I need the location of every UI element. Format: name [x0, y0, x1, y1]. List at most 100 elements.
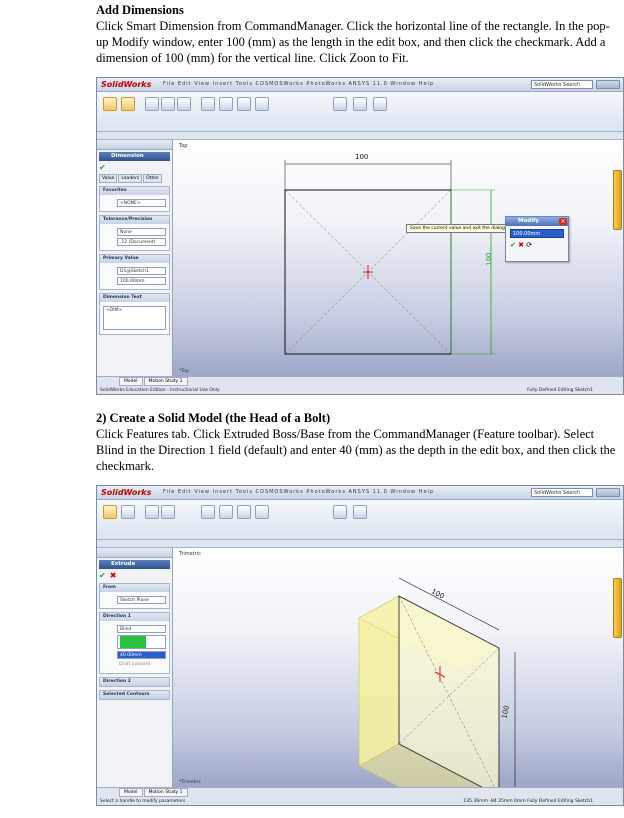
graphics-area[interactable]: Trimetric 100 100 *Trimetric	[173, 548, 623, 789]
tab-motion-study[interactable]: Motion Study 1	[143, 377, 188, 386]
section-create-solid: 2) Create a Solid Model (the Head of a B…	[96, 410, 620, 474]
cancel-icon[interactable]: ✖	[518, 241, 524, 249]
depth-input[interactable]: 40.00mm	[117, 651, 166, 659]
tab-model[interactable]: Model	[119, 377, 143, 386]
curves-icon[interactable]	[353, 505, 367, 519]
tab-other[interactable]: Other	[143, 174, 162, 183]
selected-contours-group: Selected Contours	[99, 690, 170, 700]
tab-leaders[interactable]: Leaders	[118, 174, 143, 183]
dimension-text-area[interactable]: <DIM>	[103, 306, 166, 330]
dimension-horizontal-label[interactable]: 100	[355, 153, 368, 161]
command-tabs: FeaturesSketchEvaluateDimXpertOffice Pro…	[97, 540, 623, 558]
dimension-vertical-label[interactable]: 100	[485, 253, 493, 266]
section-heading: 2) Create a Solid Model (the Head of a B…	[96, 411, 331, 425]
section-add-dimensions: Add Dimensions Click Smart Dimension fro…	[96, 2, 620, 66]
window-controls[interactable]	[596, 488, 620, 497]
reference-geometry-icon[interactable]	[333, 505, 347, 519]
check-icon[interactable]: ✔	[510, 241, 516, 249]
group-header[interactable]: Favorites	[100, 187, 169, 195]
line-icon[interactable]	[145, 97, 159, 111]
dialog-buttons: ✔ ✖ ⟳	[510, 241, 564, 249]
revolved-cut-icon[interactable]	[161, 505, 175, 519]
group-header[interactable]: Direction 1	[100, 613, 169, 621]
pm-title: Extrude	[99, 560, 170, 569]
screenshot-smart-dimension: SolidWorks File Edit View Insert Tools C…	[96, 77, 624, 395]
display-relations-icon[interactable]	[333, 97, 347, 111]
extruded-boss-icon[interactable]	[103, 505, 117, 519]
property-manager: Extrude ✔ ✖ From Sketch Plane Direction 1…	[97, 548, 173, 787]
exit-sketch-icon[interactable]	[103, 97, 117, 111]
rapid-sketch-icon[interactable]	[373, 97, 387, 111]
section-heading: Add Dimensions	[96, 3, 184, 17]
mirror-entities-icon[interactable]	[255, 97, 269, 111]
from-group: From Sketch Plane	[99, 583, 170, 609]
offset-entities-icon[interactable]	[237, 97, 251, 111]
shell-icon[interactable]	[255, 505, 269, 519]
primary-ref-field[interactable]: D1@Sketch1	[117, 267, 166, 275]
primary-value-group: Primary Value D1@Sketch1 100.00mm	[99, 254, 170, 290]
draft-outward-checkbox[interactable]: Draft outward	[117, 661, 166, 669]
smart-dimension-icon[interactable]	[121, 97, 135, 111]
pm-toolbar[interactable]	[97, 140, 172, 150]
tab-motion-study[interactable]: Motion Study 1	[143, 788, 188, 797]
close-icon[interactable]: ×	[559, 218, 567, 225]
tab-value[interactable]: Value	[99, 174, 118, 183]
from-select[interactable]: Sketch Plane	[117, 596, 166, 604]
rib-icon[interactable]	[237, 505, 251, 519]
ok-check-icon[interactable]: ✔ ✖	[99, 571, 170, 580]
tab-model[interactable]: Model	[119, 788, 143, 797]
group-header[interactable]: From	[100, 584, 169, 592]
window-controls[interactable]	[596, 80, 620, 89]
favorites-group: Favorites <NONE>	[99, 186, 170, 212]
task-pane-tabs[interactable]	[613, 578, 622, 638]
menu-bar[interactable]: File Edit View Insert Tools COSMOSWorks …	[163, 489, 434, 495]
quick-snaps-icon[interactable]	[353, 97, 367, 111]
fillet-icon[interactable]	[201, 505, 215, 519]
ok-check-icon[interactable]: ✔	[99, 163, 170, 172]
status-bar: Model Motion Study 1 Select a handle to m…	[97, 787, 623, 805]
task-pane-tabs[interactable]	[613, 170, 622, 230]
extruded-cut-icon[interactable]	[145, 505, 159, 519]
rebuild-icon[interactable]: ⟳	[526, 241, 532, 249]
group-header[interactable]: Direction 2	[100, 678, 169, 686]
modify-value-input[interactable]: 100.00mm	[510, 229, 564, 238]
favorites-select[interactable]: <NONE>	[117, 199, 166, 207]
menu-bar[interactable]: File Edit View Insert Tools COSMOSWorks …	[163, 81, 434, 87]
status-right: Fully Defined Editing Sketch1	[527, 388, 593, 393]
revolved-boss-icon[interactable]	[121, 505, 135, 519]
group-header[interactable]: Tolerance/Precision	[100, 216, 169, 224]
direction-preview-bar	[120, 636, 146, 648]
model-tabs: Model Motion Study 1	[119, 377, 189, 386]
end-condition-select[interactable]: Blind	[117, 625, 166, 633]
pm-tabs: Value Leaders Other	[99, 174, 170, 183]
title-bar: SolidWorks File Edit View Insert Tools C…	[97, 486, 623, 500]
search-input[interactable]: SolidWorks Search	[531, 488, 593, 497]
status-text: Select a handle to modify parameters	[100, 799, 186, 804]
cancel-icon[interactable]: ✖	[110, 571, 117, 580]
tolerance-select[interactable]: None	[117, 228, 166, 236]
precision-select[interactable]: .12 (Document)	[117, 238, 166, 246]
pm-toolbar[interactable]	[97, 548, 172, 558]
convert-entities-icon[interactable]	[219, 97, 233, 111]
app-logo: SolidWorks	[101, 488, 152, 497]
circle-icon[interactable]	[161, 97, 175, 111]
command-manager	[97, 500, 623, 540]
section-body: Click Smart Dimension from CommandManage…	[96, 19, 610, 65]
model-canvas	[358, 577, 516, 789]
screenshot-extrude: SolidWorks File Edit View Insert Tools C…	[96, 485, 624, 806]
primary-value-field[interactable]: 100.00mm	[117, 277, 166, 285]
status-text: SolidWorks Education Edition - Instructi…	[100, 388, 220, 393]
spline-icon[interactable]	[177, 97, 191, 111]
group-header[interactable]: Selected Contours	[100, 691, 169, 699]
group-header[interactable]: Dimension Text	[100, 294, 169, 302]
view-orientation-label: *Trimetric	[179, 780, 201, 785]
search-input[interactable]: SolidWorks Search	[531, 80, 593, 89]
status-right: 135.36mm -84.35mm 0mm Fully Defined Edit…	[463, 799, 593, 804]
group-header[interactable]: Primary Value	[100, 255, 169, 263]
trim-entities-icon[interactable]	[201, 97, 215, 111]
tolerance-group: Tolerance/Precision None .12 (Document)	[99, 215, 170, 251]
linear-pattern-icon[interactable]	[219, 505, 233, 519]
direction-selection-box[interactable]	[117, 635, 166, 649]
section-body: Click Features tab. Click Extruded Boss/…	[96, 427, 616, 473]
graphics-area[interactable]: Top 100 100 Save the current value and e…	[173, 140, 623, 376]
